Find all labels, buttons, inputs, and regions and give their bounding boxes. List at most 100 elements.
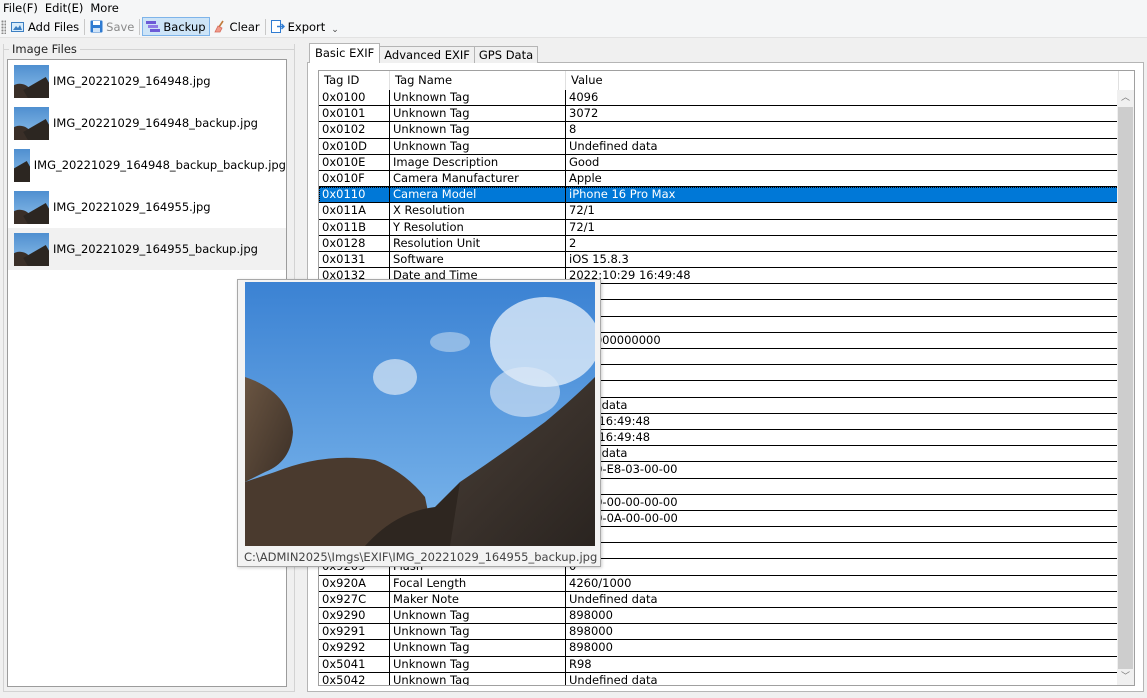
cell-value[interactable]: 4260/1000: [566, 575, 1118, 591]
cell-tag-id[interactable]: 0x927C: [319, 591, 390, 607]
file-list-item[interactable]: IMG_20221029_164955.jpg: [8, 186, 286, 228]
table-row[interactable]: 0x9292 Unknown Tag 898000: [319, 640, 1119, 657]
cell-tag-name[interactable]: X Resolution: [390, 203, 566, 219]
cell-value[interactable]: Apple: [566, 170, 1118, 187]
cell-value[interactable]: 00-00-00-00-00-00: [566, 494, 1118, 510]
cell-tag-name[interactable]: Unknown Tag: [390, 138, 566, 154]
cell-tag-name[interactable]: Image Description: [390, 154, 566, 170]
cell-value[interactable]: 2022:10:29 16:49:48: [566, 268, 1118, 284]
cell-tag-id[interactable]: 0x9292: [319, 640, 390, 656]
cell-tag-id[interactable]: 0x0110: [319, 187, 390, 203]
cell-value[interactable]: 898000: [566, 624, 1118, 640]
cell-value[interactable]: 4096: [566, 90, 1118, 106]
clear-button[interactable]: Clear: [210, 17, 263, 36]
menu-edit[interactable]: Edit(E): [42, 0, 88, 16]
menu-more[interactable]: More: [87, 0, 123, 16]
table-row-selected[interactable]: 0x0110 Camera Model iPhone 16 Pro Max: [319, 187, 1119, 204]
cell-value[interactable]: 0: [566, 478, 1118, 494]
cell-tag-name[interactable]: Camera Manufacturer: [390, 170, 566, 187]
cell-value[interactable]: [566, 527, 1118, 543]
cell-value[interactable]: Undefined data: [566, 138, 1118, 154]
cell-value[interactable]: 00-00-E8-03-00-00: [566, 462, 1118, 478]
table-row[interactable]: 0x0101 Unknown Tag 3072: [319, 106, 1119, 123]
table-row[interactable]: 0x0131 Software iOS 15.8.3: [319, 251, 1119, 269]
table-row[interactable]: 0x010E Image Description Good: [319, 154, 1119, 171]
table-row[interactable]: 0x0102 Unknown Tag 8: [319, 122, 1119, 139]
cell-tag-id[interactable]: 0x5042: [319, 672, 390, 685]
cell-value[interactable]: 72/1: [566, 203, 1118, 219]
cell-value[interactable]: 8: [566, 122, 1118, 138]
cell-value[interactable]: [566, 300, 1118, 316]
vertical-scrollbar[interactable]: ︿ ﹀: [1117, 90, 1134, 685]
cell-tag-name[interactable]: Unknown Tag: [390, 672, 566, 685]
table-row[interactable]: 0x920A Focal Length 4260/1000: [319, 575, 1119, 592]
export-button[interactable]: Export: [268, 17, 329, 36]
cell-tag-id[interactable]: 0x9290: [319, 608, 390, 624]
cell-tag-id[interactable]: 0x5041: [319, 656, 390, 672]
table-row[interactable]: 0x010F Camera Manufacturer Apple: [319, 170, 1119, 188]
column-header-value[interactable]: Value: [566, 71, 1119, 90]
cell-tag-name[interactable]: Unknown Tag: [390, 122, 566, 138]
tab-advanced-exif[interactable]: Advanced EXIF: [379, 46, 475, 63]
cell-tag-id[interactable]: 0x0101: [319, 106, 390, 122]
table-row[interactable]: 0x9291 Unknown Tag 898000: [319, 624, 1119, 641]
cell-tag-name[interactable]: Software: [390, 251, 566, 268]
cell-tag-id[interactable]: 0x010F: [319, 170, 390, 187]
cell-value[interactable]: Undefined data: [566, 672, 1118, 685]
tab-gps-data[interactable]: GPS Data: [473, 46, 539, 63]
cell-tag-id[interactable]: 0x011A: [319, 203, 390, 219]
cell-value[interactable]: 00-00-0A-00-00-00: [566, 510, 1118, 527]
cell-value[interactable]: [566, 365, 1118, 381]
cell-tag-name[interactable]: Unknown Tag: [390, 608, 566, 624]
scroll-down-icon[interactable]: ﹀: [1117, 669, 1134, 685]
table-row[interactable]: 0x927C Maker Note Undefined data: [319, 591, 1119, 608]
file-list-item[interactable]: IMG_20221029_164948.jpg: [8, 60, 286, 102]
cell-tag-id[interactable]: 0x0131: [319, 251, 390, 268]
column-header-tag-name[interactable]: Tag Name: [390, 71, 566, 90]
table-row[interactable]: 0x5042 Unknown Tag Undefined data: [319, 672, 1119, 685]
toolbar-grip[interactable]: [1, 19, 6, 34]
cell-tag-id[interactable]: 0x011B: [319, 219, 390, 235]
cell-value[interactable]: [566, 284, 1118, 300]
cell-value[interactable]: Undefined data: [566, 591, 1118, 607]
cell-tag-id[interactable]: 0x010D: [319, 138, 390, 154]
cell-tag-name[interactable]: Unknown Tag: [390, 640, 566, 656]
cell-value[interactable]: [566, 381, 1118, 397]
table-row[interactable]: 0x010D Unknown Tag Undefined data: [319, 138, 1119, 155]
cell-value[interactable]: fined data: [566, 446, 1118, 462]
cell-tag-name[interactable]: Resolution Unit: [390, 235, 566, 251]
cell-tag-name[interactable]: Unknown Tag: [390, 624, 566, 640]
table-row[interactable]: 0x0100 Unknown Tag 4096: [319, 90, 1119, 107]
cell-tag-name[interactable]: Unknown Tag: [390, 90, 566, 106]
cell-value[interactable]: Good: [566, 154, 1118, 170]
table-row[interactable]: 0x9290 Unknown Tag 898000: [319, 608, 1119, 625]
save-button[interactable]: Save: [87, 17, 137, 36]
file-list-item[interactable]: IMG_20221029_164948_backup_backup.jpg: [8, 144, 286, 186]
cell-tag-name[interactable]: Focal Length: [390, 575, 566, 591]
file-list-item[interactable]: IMG_20221029_164948_backup.jpg: [8, 102, 286, 144]
table-row[interactable]: 0x5041 Unknown Tag R98: [319, 656, 1119, 673]
cell-value[interactable]: 10/1000000000: [566, 332, 1118, 348]
cell-value[interactable]: iPhone 16 Pro Max: [566, 187, 1118, 203]
cell-tag-name[interactable]: Camera Model: [390, 187, 566, 203]
cell-tag-id[interactable]: 0x9291: [319, 624, 390, 640]
scrollbar-thumb[interactable]: [1118, 107, 1133, 669]
column-header-tag-id[interactable]: Tag ID: [319, 71, 390, 90]
menu-file[interactable]: File(F): [0, 0, 42, 16]
cell-value[interactable]: R98: [566, 656, 1118, 672]
table-row[interactable]: 0x011A X Resolution 72/1: [319, 203, 1119, 220]
add-files-button[interactable]: Add Files: [8, 17, 82, 36]
cell-tag-name[interactable]: Y Resolution: [390, 219, 566, 235]
table-row[interactable]: 0x011B Y Resolution 72/1: [319, 219, 1119, 236]
cell-value[interactable]: 0: [566, 349, 1118, 365]
cell-tag-name[interactable]: Unknown Tag: [390, 106, 566, 122]
cell-tag-id[interactable]: 0x920A: [319, 575, 390, 591]
cell-tag-name[interactable]: Maker Note: [390, 591, 566, 607]
cell-value[interactable]: W: [566, 316, 1118, 332]
cell-value[interactable]: 72/1: [566, 219, 1118, 235]
cell-value[interactable]: 0: [566, 559, 1118, 575]
tab-basic-exif[interactable]: Basic EXIF: [309, 43, 381, 63]
cell-tag-id[interactable]: 0x010E: [319, 154, 390, 170]
cell-tag-name[interactable]: Unknown Tag: [390, 656, 566, 672]
cell-value[interactable]: [566, 543, 1118, 559]
